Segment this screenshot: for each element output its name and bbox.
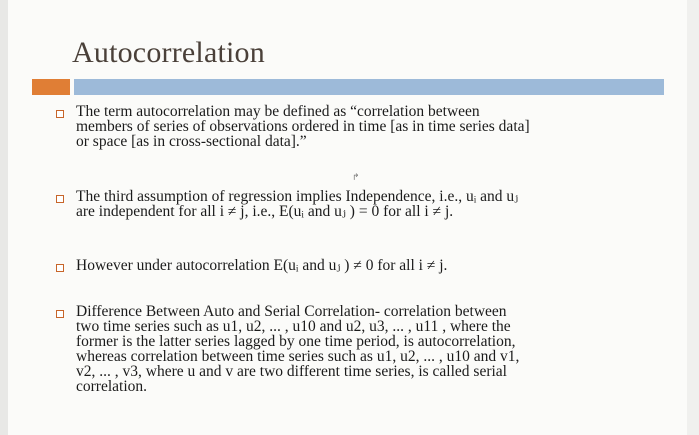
bullet-1-line-2: members of series of observations ordere… <box>76 118 530 135</box>
slide-frame-right <box>687 0 699 435</box>
bullet-text-3: However under autocorrelation E(uᵢ and u… <box>76 257 651 274</box>
mouse-cursor-icon: ↱ <box>352 173 360 183</box>
bullet-marker-2 <box>56 195 64 203</box>
title-accent-bar <box>32 79 70 95</box>
bullet-4-line-1: Difference Between Auto and Serial Corre… <box>76 303 507 320</box>
bullet-1-line-3: or space [as in cross-sectional data].” <box>76 133 307 150</box>
bullet-marker-3 <box>56 264 64 272</box>
slide-title: Autocorrelation <box>72 36 265 69</box>
bullet-3-line-1: However under autocorrelation E(uᵢ and u… <box>76 257 448 274</box>
bullet-marker-1 <box>56 110 64 118</box>
bullet-text-4: Difference Between Auto and Serial Corre… <box>76 303 651 395</box>
bullet-4-line-3: former is the latter series lagged by on… <box>76 333 516 350</box>
bullet-2-line-2: are independent for all i ≠ j, i.e., E(u… <box>76 203 454 220</box>
bullet-1-line-1: The term autocorrelation may be defined … <box>76 103 480 120</box>
bullet-2-line-1: The third assumption of regression impli… <box>76 188 519 205</box>
bullet-text-1: The term autocorrelation may be defined … <box>76 103 651 150</box>
bullet-text-2: The third assumption of regression impli… <box>76 188 651 220</box>
slide-frame-left <box>0 0 8 435</box>
bullet-4-line-2: two time series such as u1, u2, ... , u1… <box>76 318 511 335</box>
bullet-marker-4 <box>56 310 64 318</box>
bullet-4-line-4: whereas correlation between time series … <box>76 348 520 365</box>
bullet-4-line-5: v2, ... , v3, where u and v are two diff… <box>76 363 507 380</box>
title-underline-bar <box>74 79 664 95</box>
bullet-4-line-6: correlation. <box>76 378 148 395</box>
